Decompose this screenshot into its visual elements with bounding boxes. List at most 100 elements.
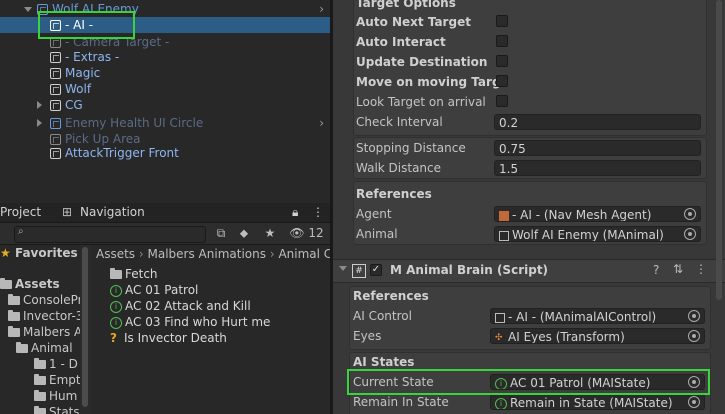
folder-icon bbox=[110, 268, 122, 279]
project-file-list: Assets › Malbers Animations › Animal C F… bbox=[90, 245, 330, 414]
file-item-label: Is Invector Death bbox=[124, 331, 227, 345]
favorite-star-icon[interactable]: ★ bbox=[262, 225, 278, 242]
file-item-ac02[interactable]: i AC 02 Attack and Kill bbox=[110, 298, 251, 314]
tree-item-empty[interactable]: Empt bbox=[34, 372, 80, 388]
section-title: Target Options bbox=[356, 0, 456, 10]
breadcrumb-item[interactable]: Animal C bbox=[278, 247, 330, 261]
walk-distance-label: Walk Distance bbox=[356, 161, 442, 175]
gameobject-cube-icon bbox=[50, 51, 61, 63]
filter-by-label-icon[interactable]: ⬥ bbox=[236, 225, 252, 242]
inspector-scrollbar[interactable] bbox=[716, 0, 722, 300]
ai-control-object-field[interactable]: - AI - (MAnimalAIControl) bbox=[490, 308, 705, 324]
tree-item-label: ConsolePr bbox=[23, 293, 80, 307]
hierarchy-item-attacktrigger-front[interactable]: AttackTrigger Front bbox=[0, 145, 330, 161]
hierarchy-item-extras[interactable]: - Extras - bbox=[0, 49, 330, 65]
file-item-fetch[interactable]: Fetch bbox=[110, 266, 158, 282]
project-tree-scrollbar[interactable] bbox=[80, 245, 90, 414]
tree-item-animal[interactable]: Animal bbox=[16, 340, 73, 356]
tree-item-invector[interactable]: Invector-3 bbox=[8, 308, 80, 324]
tree-item-assets[interactable]: Assets bbox=[0, 276, 60, 292]
eyes-value: AI Eyes (Transform) bbox=[508, 330, 625, 344]
hidden-packages-eye-icon[interactable]: 👁︎ bbox=[289, 225, 305, 242]
walk-distance-field[interactable]: 1.5 bbox=[494, 160, 701, 176]
tree-item-stats[interactable]: Stats bbox=[34, 404, 80, 414]
collapse-arrow-icon[interactable] bbox=[339, 266, 347, 271]
animal-object-field[interactable]: Wolf AI Enemy (MAnimal) bbox=[494, 226, 701, 242]
hidden-packages-count: 12 bbox=[308, 226, 324, 240]
breadcrumb-item[interactable]: Malbers Animations bbox=[148, 247, 266, 261]
look-target-checkbox[interactable] bbox=[496, 95, 508, 107]
project-search-input[interactable]: ⌕ bbox=[14, 226, 206, 243]
transform-icon: ✣ bbox=[495, 332, 503, 343]
more-options-icon[interactable]: ⋮ bbox=[312, 203, 324, 222]
agent-label: Agent bbox=[356, 207, 392, 221]
brain-component-header[interactable]: # ✓ M Animal Brain (Script) ? ⇅ ⋮ bbox=[333, 259, 725, 283]
ai-state-icon: i bbox=[110, 316, 122, 329]
help-icon[interactable]: ? bbox=[653, 263, 659, 277]
file-item-ac01[interactable]: i AC 01 Patrol bbox=[110, 282, 198, 298]
tree-item-label: Empt bbox=[49, 373, 80, 387]
tab-navigation[interactable]: Navigation bbox=[80, 203, 145, 222]
file-item-label: AC 01 Patrol bbox=[125, 283, 199, 297]
scrollbar-thumb[interactable] bbox=[82, 247, 88, 407]
look-target-label: Look Target on arrival bbox=[356, 95, 486, 109]
file-item-ac03[interactable]: i AC 03 Find who Hurt me bbox=[110, 314, 270, 330]
nav-mesh-agent-icon bbox=[499, 210, 509, 221]
gameobject-cube-icon bbox=[50, 83, 61, 95]
object-picker-icon[interactable] bbox=[688, 310, 700, 322]
expand-arrow-icon[interactable] bbox=[24, 6, 32, 12]
ai-control-label: AI Control bbox=[353, 309, 412, 323]
stopping-distance-field[interactable]: 0.75 bbox=[494, 140, 701, 156]
hierarchy-item-label: Enemy Health UI Circle bbox=[65, 116, 204, 130]
presets-icon[interactable]: ⇅ bbox=[673, 262, 683, 276]
file-item-label: AC 02 Attack and Kill bbox=[125, 299, 251, 313]
highlight-box bbox=[38, 11, 135, 39]
hierarchy-item-label: AttackTrigger Front bbox=[65, 146, 179, 160]
component-enabled-checkbox[interactable]: ✓ bbox=[370, 264, 382, 276]
agent-object-field[interactable]: - AI - (Nav Mesh Agent) bbox=[494, 206, 701, 222]
tree-item-label: Hum bbox=[49, 389, 78, 403]
search-icon: ⌕ bbox=[18, 226, 24, 237]
more-options-icon[interactable]: ⋮ bbox=[695, 262, 707, 276]
object-picker-icon[interactable] bbox=[684, 208, 696, 220]
object-picker-icon[interactable] bbox=[688, 330, 700, 342]
script-icon bbox=[499, 230, 509, 241]
ai-state-icon: i bbox=[495, 397, 507, 409]
tree-item-favorites[interactable]: ★ Favorites bbox=[0, 245, 78, 261]
filter-by-type-icon[interactable]: ⧉ bbox=[213, 225, 229, 242]
folder-icon bbox=[0, 278, 12, 289]
project-toolbar: ⌕ ⧉ ⬥ ★ 👁︎ 12 bbox=[0, 223, 330, 245]
update-destination-checkbox[interactable] bbox=[496, 55, 508, 67]
expand-arrow-icon[interactable] bbox=[37, 101, 42, 109]
hierarchy-item-cg[interactable]: CG bbox=[0, 97, 330, 113]
object-picker-icon[interactable] bbox=[688, 396, 700, 408]
lock-icon[interactable]: 🔒︎ bbox=[292, 203, 298, 222]
eyes-object-field[interactable]: ✣ AI Eyes (Transform) bbox=[490, 328, 705, 344]
folder-icon bbox=[16, 342, 28, 353]
object-picker-icon[interactable] bbox=[684, 228, 696, 240]
chevron-right-icon[interactable]: › bbox=[319, 2, 324, 16]
check-interval-field[interactable]: 0.2 bbox=[494, 114, 701, 130]
auto-next-target-checkbox[interactable] bbox=[496, 15, 508, 27]
hierarchy-item-enemy-health[interactable]: Enemy Health UI Circle › bbox=[0, 115, 330, 131]
expand-arrow-icon[interactable] bbox=[37, 119, 42, 127]
hierarchy-item-magic[interactable]: Magic bbox=[0, 65, 330, 81]
chevron-right-icon[interactable]: › bbox=[319, 116, 324, 130]
tree-item-label: Stats bbox=[49, 405, 80, 414]
tree-item-label: Animal bbox=[31, 341, 73, 355]
move-on-moving-target-checkbox[interactable] bbox=[496, 75, 508, 87]
tree-item-consolepro[interactable]: ConsolePr bbox=[8, 292, 80, 308]
tree-item-human[interactable]: Hum bbox=[34, 388, 77, 404]
breadcrumb: Assets › Malbers Animations › Animal C bbox=[96, 245, 330, 263]
file-item-is-invector-death[interactable]: ? Is Invector Death bbox=[110, 330, 227, 346]
breadcrumb-item[interactable]: Assets bbox=[96, 247, 135, 261]
hierarchy-item-wolf[interactable]: Wolf bbox=[0, 81, 330, 97]
component-title: M Animal Brain (Script) bbox=[390, 263, 549, 277]
tree-item-label: Malbers A bbox=[23, 325, 80, 339]
tree-item-malbers[interactable]: Malbers A bbox=[8, 324, 80, 340]
tree-item-1-d[interactable]: 1 - D bbox=[34, 356, 78, 372]
remain-in-state-object-field[interactable]: i Remain in State (MAIState) bbox=[490, 394, 705, 410]
agent-value: - AI - (Nav Mesh Agent) bbox=[512, 208, 652, 222]
auto-interact-checkbox[interactable] bbox=[496, 35, 508, 47]
tab-project[interactable]: Project bbox=[0, 203, 41, 222]
